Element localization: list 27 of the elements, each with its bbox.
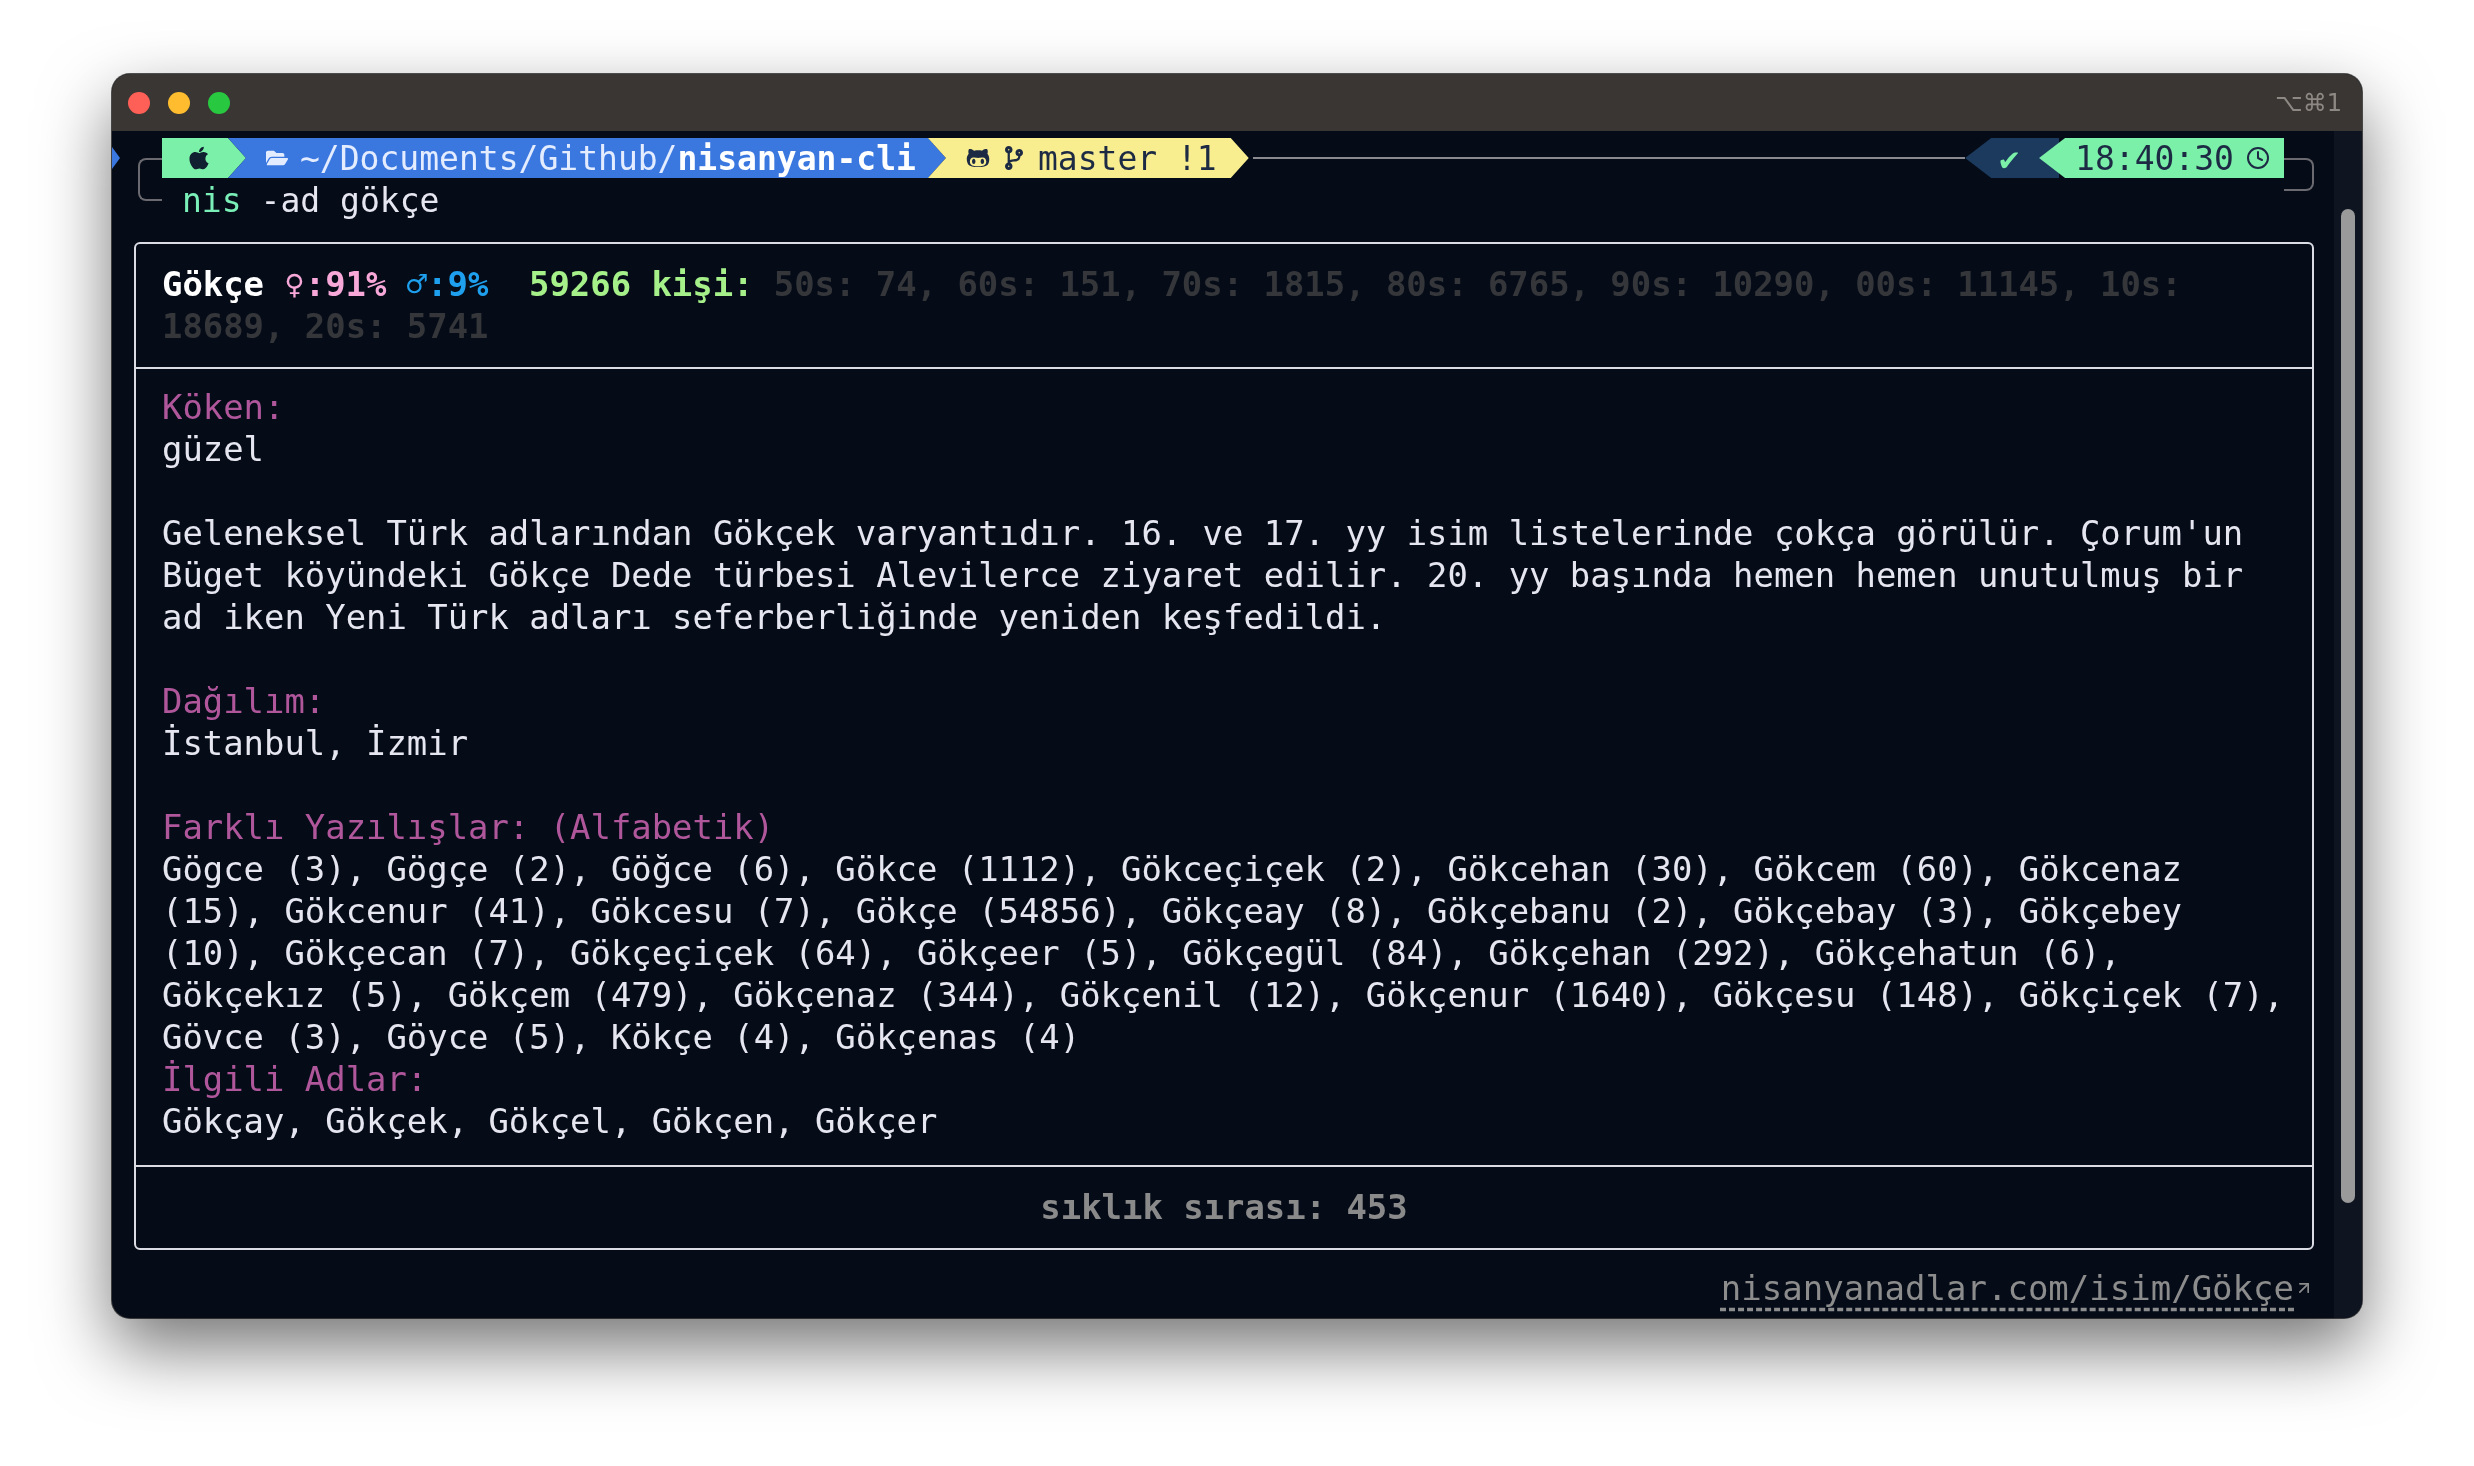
section-text: Geleneksel Türk adlarından Gökçek varyantıdır. 16. ve 17. yy isim listelerinde çokça görülür. Çorum'un Büget köyündeki Gökçe Dede türbesi Alevilerce ziyaret edilir. 20. yy başında hemen hemen unutulmuş bir ad iken Yeni Türk adları seferberliğinde yeniden keşfedildi. [162,513,2245,639]
section-text: Gögce (3), Gögçe (2), Göğce (6), Gökce (1112), Gökceçiçek (2), Gökcehan (30), Gökcem (60), Gökcenaz (15), Gökcenur (41), Gökcesu (7), Gökçe (54856), Gökçeay (8), Gökçebanu (2), Gökçebay (3), Gökçebey (10), Gökçecan (7), Gökçeçiçek (64), Gökçeer (5), Gökçegül (84), Gökçehan (292), Gökçehatun (6), Gökçekız (5), Gökçem (479), Gökçenaz (344), Gökçenil (12), Gökçenur (1640), Gökçesu (148), Gökçiçek (7), Gövce (3), Göyce (5), Kökçe (4), Gökçenas (4) [162,849,2285,1059]
section-heading: Dağılım: [162,681,327,723]
maximize-button[interactable] [208,91,230,114]
section-text: İstanbul, İzmir [162,723,470,765]
cat-icon [965,146,990,170]
frequency-rank: sıklık sırası: 453 [1040,1188,1408,1227]
section-text: güzel [162,429,266,471]
section-heading: Farklı Yazılışlar: (Alfabetik) [162,807,776,849]
section-text: Gökçay, Gökçek, Gökçel, Gökçen, Gökçer [162,1101,939,1143]
scroll-thumb[interactable] [2341,209,2355,1203]
status-text: ✔ [1999,138,2020,178]
section-heading: Köken: [162,387,286,429]
clock-icon [2246,146,2270,170]
section-heading: İlgili Adlar: [162,1059,429,1101]
branch-name: master !1 [1037,138,1217,178]
prompt-marker-icon [112,147,120,169]
window-shortcut: ⌥⌘1 [2275,88,2342,117]
command-name: nis [182,180,242,220]
path-text: ~/Documents/Github/nisanyan-cli [300,138,916,178]
scroll-bar[interactable] [2334,131,2362,1318]
close-button[interactable] [128,91,150,114]
minimize-button[interactable] [168,91,190,114]
name-link[interactable]: nisanyanadlar.com/isim/Gökçe [1720,1268,2314,1308]
time-text: 18:40:30 [2075,138,2234,178]
command-args: -ad gökçe [260,180,440,220]
bracket-line [2284,158,2314,191]
